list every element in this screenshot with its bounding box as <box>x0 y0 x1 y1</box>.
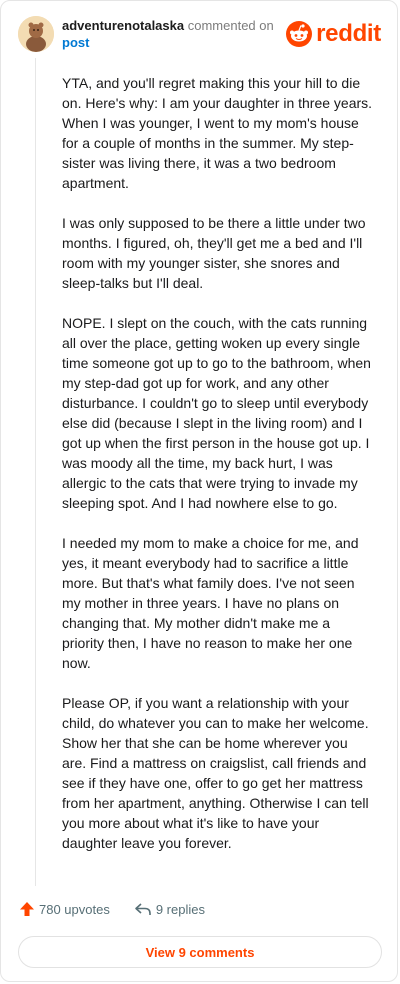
replies-button[interactable]: 9 replies <box>134 901 205 917</box>
comment-footer: 780 upvotes 9 replies <box>19 901 205 917</box>
comment-header: adventurenotalaska commented on post red… <box>1 1 397 61</box>
user-avatar[interactable] <box>18 16 54 52</box>
thread-line[interactable] <box>35 58 36 886</box>
post-link[interactable]: post <box>62 34 274 51</box>
upvote-count: 780 upvotes <box>39 901 110 917</box>
avatar-icon <box>18 16 54 52</box>
comment-paragraph: NOPE. I slept on the couch, with the cat… <box>62 315 371 511</box>
view-comments-button[interactable]: View 9 comments <box>18 936 382 968</box>
comment-paragraph: YTA, and you'll regret making this your … <box>62 75 373 191</box>
replies-count: 9 replies <box>155 901 205 917</box>
comment-meta: adventurenotalaska commented on post <box>62 17 274 51</box>
comment-card: adventurenotalaska commented on post red… <box>0 0 398 982</box>
upvote-button[interactable]: 780 upvotes <box>19 901 110 917</box>
comment-paragraph: I needed my mom to make a choice for me,… <box>62 535 359 671</box>
action-text: commented on <box>187 18 274 33</box>
reddit-logo[interactable]: reddit <box>286 21 381 47</box>
comment-paragraph: Please OP, if you want a relationship wi… <box>62 695 369 851</box>
username-link[interactable]: adventurenotalaska <box>62 18 184 33</box>
comment-body: YTA, and you'll regret making this your … <box>62 73 374 873</box>
reply-arrow-icon <box>135 903 151 915</box>
upvote-arrow-icon <box>20 902 34 916</box>
reddit-wordmark: reddit <box>316 20 381 47</box>
reddit-snoo-icon <box>286 21 313 47</box>
comment-paragraph: I was only supposed to be there a little… <box>62 215 366 291</box>
